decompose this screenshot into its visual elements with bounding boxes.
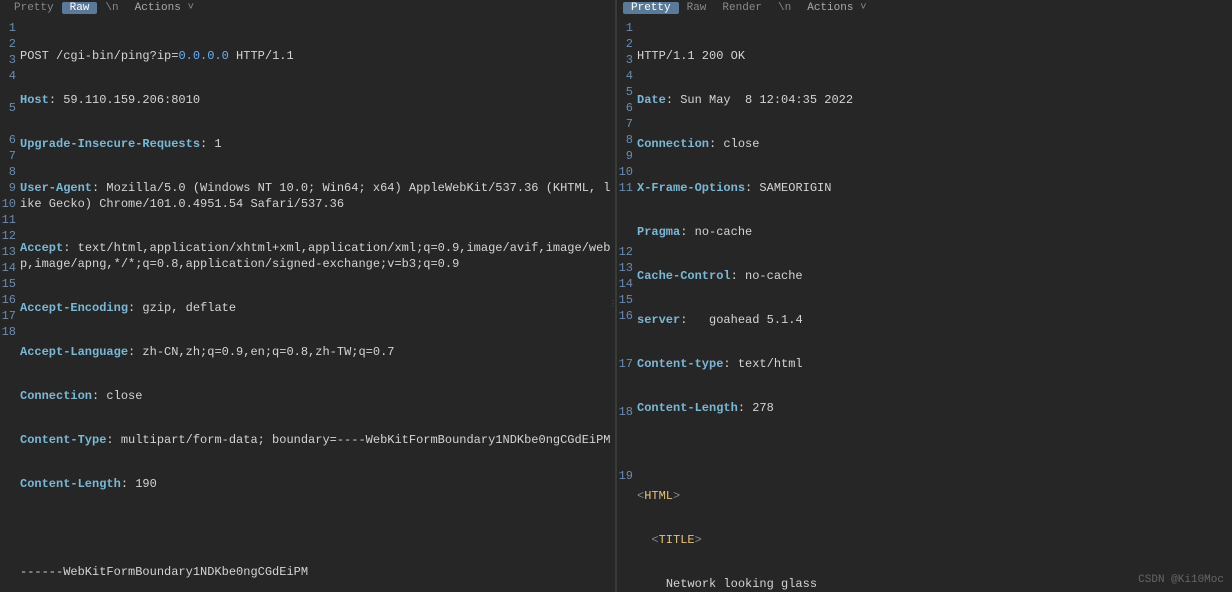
response-lines[interactable]: HTTP/1.1 200 OK Date: Sun May 8 12:04:35… <box>635 16 1232 592</box>
request-code[interactable]: 123456789101112131415161718 POST /cgi-bi… <box>0 16 615 592</box>
splitter-handle[interactable]: ⋮ <box>611 16 615 592</box>
tab-slashn[interactable]: \n <box>97 2 126 14</box>
tab-actions[interactable]: Actions <box>799 2 874 14</box>
request-panel: Pretty Raw \n Actions 123456789101112131… <box>0 0 617 592</box>
tab-pretty[interactable]: Pretty <box>6 2 62 14</box>
response-tabs: Pretty Raw Render \n Actions <box>617 0 1232 16</box>
tab-actions[interactable]: Actions <box>127 2 202 14</box>
response-code[interactable]: 12345678910111213141516171819 HTTP/1.1 2… <box>617 16 1232 592</box>
tab-slashn[interactable]: \n <box>770 2 799 14</box>
tab-pretty[interactable]: Pretty <box>623 2 679 14</box>
tab-raw[interactable]: Raw <box>62 2 98 14</box>
tab-raw[interactable]: Raw <box>679 2 715 14</box>
request-lines[interactable]: POST /cgi-bin/ping?ip=0.0.0.0 HTTP/1.1 H… <box>18 16 615 592</box>
request-tabs: Pretty Raw \n Actions <box>0 0 615 16</box>
response-panel: Pretty Raw Render \n Actions 12345678910… <box>617 0 1232 592</box>
request-gutter: 123456789101112131415161718 <box>0 16 18 592</box>
tab-render[interactable]: Render <box>714 2 770 14</box>
response-gutter: 12345678910111213141516171819 <box>617 16 635 592</box>
